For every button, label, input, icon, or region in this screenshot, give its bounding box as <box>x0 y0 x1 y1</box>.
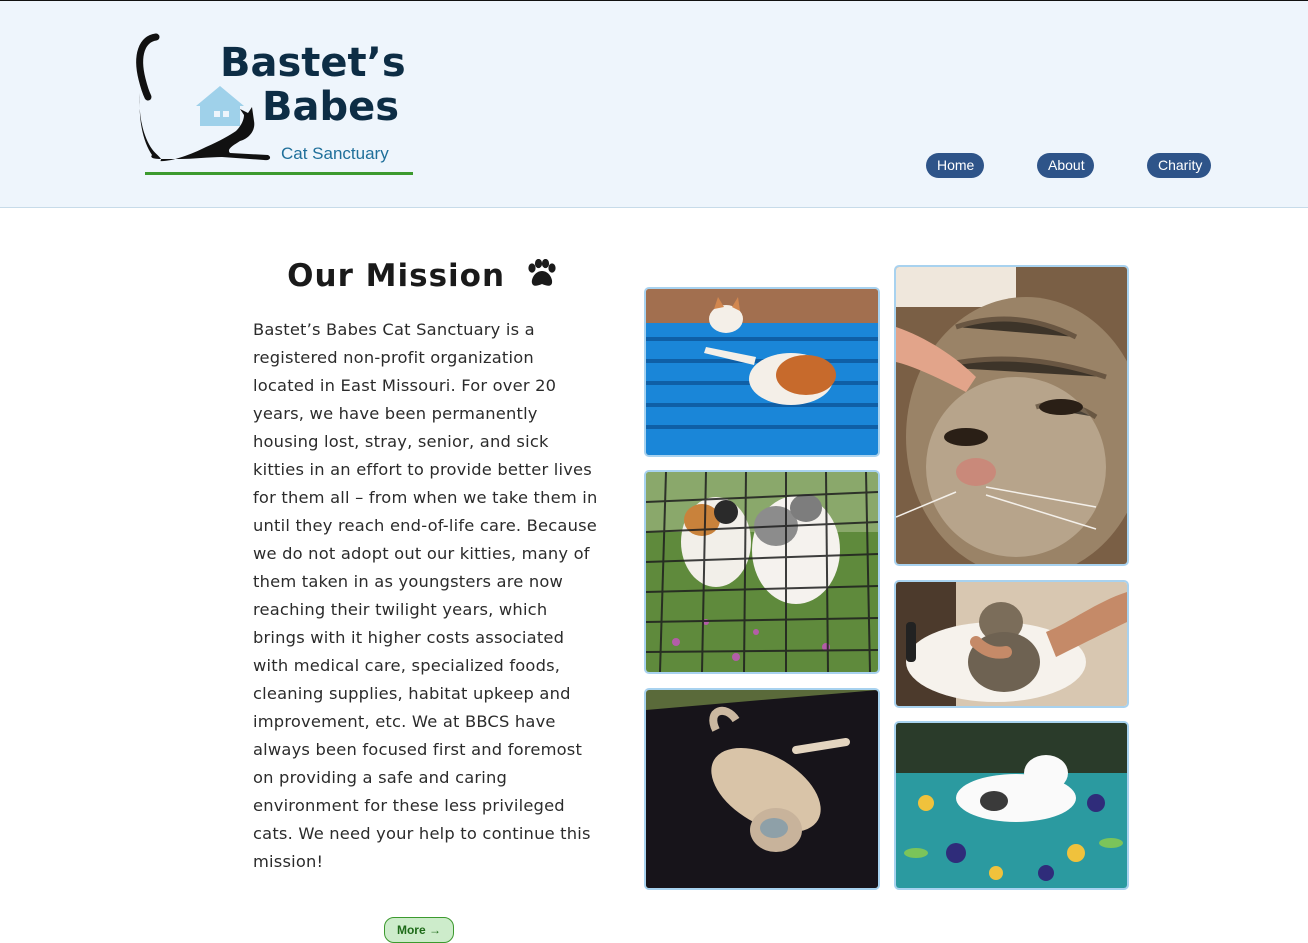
paw-icon <box>525 258 559 297</box>
brand-subtitle: Cat Sanctuary <box>281 144 389 163</box>
mission-title: Our Mission <box>287 258 506 294</box>
site-header: Bastet’s Babes Cat Sanctuary Home About … <box>0 0 1308 208</box>
mission-body: Bastet’s Babes Cat Sanctuary is a regist… <box>253 320 598 871</box>
brand-name-line1: Bastet’s <box>220 40 406 86</box>
nav-about-button[interactable]: About <box>1037 153 1094 178</box>
cat-photo-3 <box>644 688 880 890</box>
cat-photo-4 <box>894 265 1129 566</box>
nav-charity-button[interactable]: Charity <box>1147 153 1211 178</box>
cat-photo-6 <box>894 721 1129 890</box>
brand-underline <box>145 172 413 175</box>
mission-heading: Our Mission <box>253 258 593 297</box>
nav-home-button[interactable]: Home <box>926 153 984 178</box>
cat-photo-2 <box>644 470 880 674</box>
cat-photo-5 <box>894 580 1129 708</box>
brand-name-line2: Babes <box>262 84 400 130</box>
cat-photo-1 <box>644 287 880 457</box>
site-logo[interactable]: Bastet’s Babes Cat Sanctuary <box>130 31 420 181</box>
more-button[interactable]: More → <box>384 917 454 943</box>
